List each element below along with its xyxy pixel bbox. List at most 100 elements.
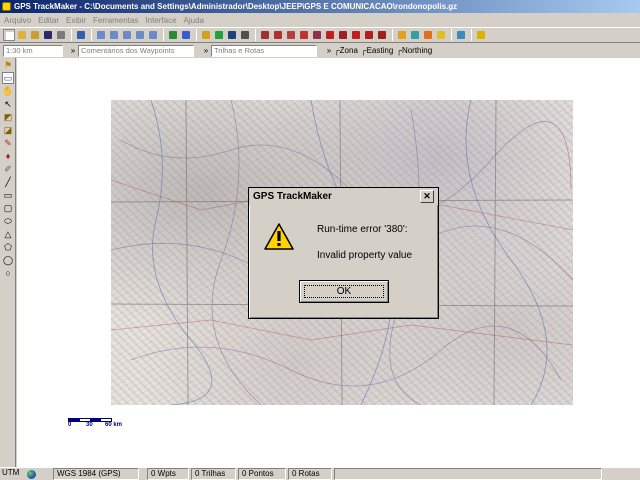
arrow-pointer-icon[interactable]: ↖	[2, 98, 14, 110]
triangle-icon[interactable]: △	[2, 228, 14, 240]
waypoint-icon[interactable]	[350, 29, 362, 41]
waypoint-edit-icon[interactable]	[259, 29, 271, 41]
datum-status: WGS 1984 (GPS)	[53, 468, 139, 480]
close-icon[interactable]: ✕	[420, 190, 434, 203]
error-dialog: GPS TrackMaker ✕ Run-time error '380': I…	[248, 187, 439, 319]
dialog-title: GPS TrackMaker	[253, 191, 332, 202]
menu-interface[interactable]: Interface	[145, 16, 176, 25]
globe-icon[interactable]	[180, 29, 192, 41]
rectangle-icon[interactable]: ▭	[2, 189, 14, 201]
layer-icon[interactable]	[226, 29, 238, 41]
camera-icon[interactable]	[396, 29, 408, 41]
zona-label: ┌Zona	[334, 46, 358, 55]
zoom-icon[interactable]	[95, 29, 107, 41]
delete-icon[interactable]	[298, 29, 310, 41]
app-icon	[2, 2, 11, 11]
scale-label-30: 30	[86, 422, 93, 428]
toolbar-separator	[196, 29, 197, 41]
scale-field[interactable]: 1:30 km	[3, 44, 63, 57]
toolbar-separator	[71, 29, 72, 41]
error-code-text: Run-time error '380':	[317, 224, 408, 235]
pan-hand-icon[interactable]: ✋	[2, 85, 14, 97]
map-icon[interactable]	[213, 29, 225, 41]
waypoint-comments-field[interactable]: Comentários dos Waypoints	[78, 44, 194, 57]
brush-icon[interactable]: ♦	[2, 150, 14, 162]
tracks-routes-field[interactable]: Trilhas e Rotas	[211, 44, 317, 57]
menu-editar[interactable]: Editar	[38, 16, 59, 25]
route-edit-icon[interactable]	[272, 29, 284, 41]
open-folder-icon[interactable]	[16, 29, 28, 41]
zoom-all-icon[interactable]	[147, 29, 159, 41]
toolbar-separator	[392, 29, 393, 41]
status-message	[334, 468, 602, 480]
menu-bar: Arquivo Editar Exibir Ferramentas Interf…	[0, 13, 640, 27]
easting-label: ┌Easting	[360, 46, 394, 55]
compass-icon[interactable]	[409, 29, 421, 41]
status-bar: UTM WGS 1984 (GPS) 0 Wpts 0 Trilhas 0 Po…	[0, 467, 640, 480]
toolbar-separator	[451, 29, 452, 41]
warning-icon	[264, 223, 294, 250]
filter-icon[interactable]	[311, 29, 323, 41]
northing-label: ┌Northing	[396, 46, 433, 55]
drawing-toolbar: ⚑ ▭ ✋ ↖ ◩ ◪ ✎ ♦ ✐ ╱ ▭ ▢ ⬭ △ ⬠ ◯ ○	[0, 58, 16, 467]
print-icon[interactable]	[55, 29, 67, 41]
send-gps-icon[interactable]	[324, 29, 336, 41]
line-icon[interactable]: ╱	[2, 176, 14, 188]
clock-icon[interactable]	[422, 29, 434, 41]
satellite-icon[interactable]	[167, 29, 179, 41]
book-icon[interactable]	[455, 29, 467, 41]
chevron-right-icon[interactable]: »	[68, 46, 78, 55]
open-folder-alt-icon[interactable]	[29, 29, 41, 41]
scale-bar: 0 30 60 km	[68, 418, 138, 430]
menu-ferramentas[interactable]: Ferramentas	[93, 16, 138, 25]
pentagon-icon[interactable]: ⬠	[2, 241, 14, 253]
ok-button[interactable]: OK	[299, 280, 389, 303]
menu-arquivo[interactable]: Arquivo	[4, 16, 31, 25]
track-icon[interactable]	[239, 29, 251, 41]
small-circle-icon[interactable]: ○	[2, 267, 14, 279]
tracks-count: 0 Trilhas	[191, 468, 236, 480]
zoom-out-icon[interactable]	[121, 29, 133, 41]
coordinates-toolbar: 1:30 km » Comentários dos Waypoints » Tr…	[0, 43, 640, 58]
save-icon[interactable]	[42, 29, 54, 41]
route-icon[interactable]	[363, 29, 375, 41]
routes-count: 0 Rotas	[288, 468, 332, 480]
zoom-window-icon[interactable]	[134, 29, 146, 41]
window-title: GPS TrackMaker - C:\Documents and Settin…	[14, 2, 458, 11]
zoom-in-icon[interactable]	[108, 29, 120, 41]
toolbar-separator	[163, 29, 164, 41]
receive-gps-icon[interactable]	[337, 29, 349, 41]
help-icon[interactable]	[475, 29, 487, 41]
favorite-icon[interactable]	[435, 29, 447, 41]
rounded-rectangle-icon[interactable]: ▢	[2, 202, 14, 214]
ruler-icon[interactable]	[200, 29, 212, 41]
new-file-icon[interactable]	[3, 29, 15, 41]
circle-icon[interactable]: ◯	[2, 254, 14, 266]
points-count: 0 Pontos	[238, 468, 286, 480]
scale-label-60: 60 km	[105, 422, 123, 428]
eraser-icon[interactable]: ✐	[2, 163, 14, 175]
track-edit-icon[interactable]	[285, 29, 297, 41]
title-bar: GPS TrackMaker - C:\Documents and Settin…	[0, 0, 640, 13]
error-message-text: Invalid property value	[317, 250, 413, 261]
select-rectangle-icon[interactable]: ▭	[2, 72, 14, 84]
cursor-tool-icon[interactable]: ⚑	[2, 59, 14, 71]
menu-exibir[interactable]: Exibir	[66, 16, 86, 25]
toolbar-separator	[91, 29, 92, 41]
pencil-icon[interactable]: ✎	[2, 137, 14, 149]
waypoints-count: 0 Wpts	[147, 468, 189, 480]
scale-label-0: 0	[68, 422, 72, 428]
track-tool-icon[interactable]	[376, 29, 388, 41]
ellipse-icon[interactable]: ⬭	[2, 215, 14, 227]
menu-ajuda[interactable]: Ajuda	[184, 16, 204, 25]
globe-icon	[27, 469, 36, 479]
toolbar-separator	[471, 29, 472, 41]
chevron-right-icon[interactable]: »	[324, 46, 334, 55]
gps-icon[interactable]	[75, 29, 87, 41]
projection-status: UTM	[2, 468, 20, 477]
main-toolbar	[0, 27, 640, 43]
toolbar-separator	[255, 29, 256, 41]
chevron-right-icon[interactable]: »	[201, 46, 211, 55]
move-icon[interactable]: ◪	[2, 124, 14, 136]
node-edit-icon[interactable]: ◩	[2, 111, 14, 123]
